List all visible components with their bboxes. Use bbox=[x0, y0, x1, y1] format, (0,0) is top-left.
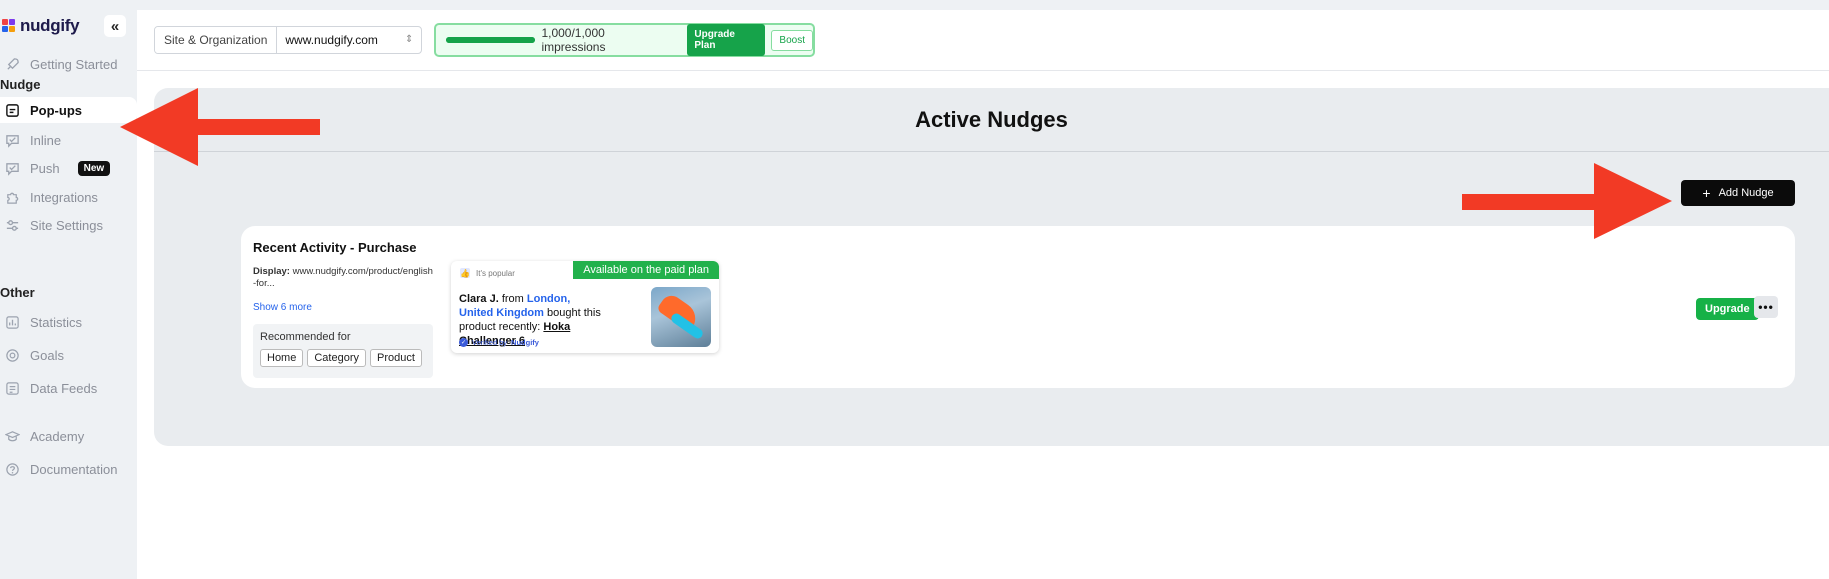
sidebar-item-site-settings[interactable]: Site Settings bbox=[0, 212, 137, 238]
sidebar-item-label: Site Settings bbox=[30, 217, 103, 233]
sidebar-item-integrations[interactable]: Integrations bbox=[0, 184, 137, 210]
impressions-text: 1,000/1,000 impressions bbox=[541, 26, 606, 54]
tag-product: Product bbox=[369, 349, 422, 367]
push-icon bbox=[4, 160, 20, 176]
help-circle-icon bbox=[4, 461, 20, 477]
puzzle-icon bbox=[4, 189, 20, 205]
sidebar-item-goals[interactable]: Goals bbox=[0, 342, 137, 368]
brand-name: nudgify bbox=[20, 16, 80, 35]
sidebar-item-label: Academy bbox=[30, 428, 85, 444]
nudge-title: Recent Activity - Purchase bbox=[253, 240, 417, 255]
sidebar-item-label: Push bbox=[30, 160, 60, 176]
site-selector-value[interactable]: www.nudgify.com ⇕ bbox=[277, 27, 421, 53]
sidebar-item-getting-started[interactable]: Getting Started bbox=[0, 51, 137, 77]
sidebar-item-label: Data Feeds bbox=[30, 380, 98, 396]
add-nudge-label: Add Nudge bbox=[1718, 187, 1774, 199]
product-image bbox=[651, 287, 711, 347]
upgrade-plan-button[interactable]: Upgrade Plan bbox=[687, 24, 766, 56]
logo[interactable]: nudgify bbox=[2, 16, 80, 36]
more-icon: ••• bbox=[1758, 300, 1774, 314]
popular-text: It's popular bbox=[476, 268, 515, 278]
page-title: Active Nudges bbox=[154, 88, 1829, 152]
sidebar-item-label: Integrations bbox=[30, 189, 98, 205]
new-badge: New bbox=[77, 160, 111, 176]
popup-icon bbox=[4, 102, 20, 118]
verified-line: ✓ Verified by Nudgify bbox=[459, 338, 539, 347]
sidebar: nudgify « Getting Started Nudge Pop-ups … bbox=[0, 0, 137, 579]
thumbs-up-icon: 👍 bbox=[460, 268, 470, 278]
display-label: Display: bbox=[253, 266, 290, 277]
sidebar-item-statistics[interactable]: Statistics bbox=[0, 309, 137, 335]
from-text: from bbox=[501, 293, 524, 305]
active-nudges-panel: Active Nudges + Add Nudge Recent Activit… bbox=[154, 88, 1829, 446]
collapse-sidebar-button[interactable]: « bbox=[104, 15, 126, 37]
logo-mark-icon bbox=[2, 19, 16, 33]
nudge-preview[interactable]: 👍 It's popular Available on the paid pla… bbox=[451, 261, 719, 353]
tag-home: Home bbox=[260, 349, 304, 367]
customer-name: Clara J. bbox=[459, 293, 499, 305]
graduation-cap-icon bbox=[4, 428, 20, 444]
sidebar-item-popups[interactable]: Pop-ups bbox=[0, 97, 137, 123]
more-options-button[interactable]: ••• bbox=[1754, 296, 1778, 318]
chevrons-left-icon: « bbox=[110, 17, 120, 35]
rocket-icon bbox=[4, 56, 20, 72]
sidebar-item-inline[interactable]: Inline bbox=[0, 127, 137, 153]
impressions-widget: 1,000/1,000 impressions Upgrade Plan Boo… bbox=[434, 23, 815, 57]
sidebar-item-label: Getting Started bbox=[30, 56, 118, 72]
annotation-arrow-right bbox=[1462, 163, 1672, 239]
sidebar-item-label: Documentation bbox=[30, 461, 118, 477]
select-arrows-icon: ⇕ bbox=[405, 34, 414, 45]
display-rule: Display: www.nudgify.com/product/english… bbox=[253, 266, 433, 290]
verified-by-text: Verified by bbox=[472, 338, 508, 347]
target-icon bbox=[4, 347, 20, 363]
site-selector-label: Site & Organization bbox=[155, 27, 278, 53]
upgrade-button[interactable]: Upgrade bbox=[1696, 298, 1759, 320]
sidebar-item-label: Goals bbox=[30, 347, 64, 363]
section-other: Other bbox=[0, 285, 35, 300]
paid-plan-ribbon: Available on the paid plan bbox=[573, 261, 719, 279]
inline-icon bbox=[4, 132, 20, 148]
boost-button[interactable]: Boost bbox=[771, 29, 813, 51]
recommended-box: Recommended for Home Category Product bbox=[253, 324, 433, 378]
site-selector[interactable]: Site & Organization www.nudgify.com ⇕ bbox=[154, 26, 423, 54]
tag-category: Category bbox=[307, 349, 366, 367]
nudge-card: Recent Activity - Purchase Display: www.… bbox=[241, 226, 1795, 388]
impressions-progress-bar bbox=[446, 37, 536, 43]
annotation-arrow-left bbox=[120, 88, 320, 166]
show-more-link[interactable]: Show 6 more bbox=[253, 302, 312, 313]
add-nudge-button[interactable]: + Add Nudge bbox=[1681, 180, 1795, 206]
database-icon bbox=[4, 380, 20, 396]
verified-brand: Nudgify bbox=[511, 338, 539, 347]
sidebar-item-label: Pop-ups bbox=[30, 102, 82, 118]
sidebar-item-label: Statistics bbox=[30, 314, 83, 330]
sidebar-item-data-feeds[interactable]: Data Feeds bbox=[0, 375, 137, 401]
main-area: Site & Organization www.nudgify.com ⇕ 1,… bbox=[137, 0, 1829, 579]
recommended-title: Recommended for bbox=[260, 331, 351, 343]
verified-check-icon: ✓ bbox=[459, 338, 468, 347]
sidebar-item-academy[interactable]: Academy bbox=[0, 423, 137, 449]
popular-label: 👍 It's popular bbox=[460, 268, 515, 278]
plus-icon: + bbox=[1702, 185, 1711, 201]
section-nudge: Nudge bbox=[0, 77, 41, 92]
sliders-icon bbox=[4, 217, 20, 233]
site-value: www.nudgify.com bbox=[285, 33, 378, 47]
sidebar-item-documentation[interactable]: Documentation bbox=[0, 456, 137, 482]
bar-chart-icon bbox=[4, 314, 20, 330]
sidebar-item-push[interactable]: Push New bbox=[0, 155, 137, 181]
topbar: Site & Organization www.nudgify.com ⇕ 1,… bbox=[137, 10, 1829, 71]
sidebar-item-label: Inline bbox=[30, 132, 62, 148]
impressions-progress-fill bbox=[446, 37, 536, 43]
